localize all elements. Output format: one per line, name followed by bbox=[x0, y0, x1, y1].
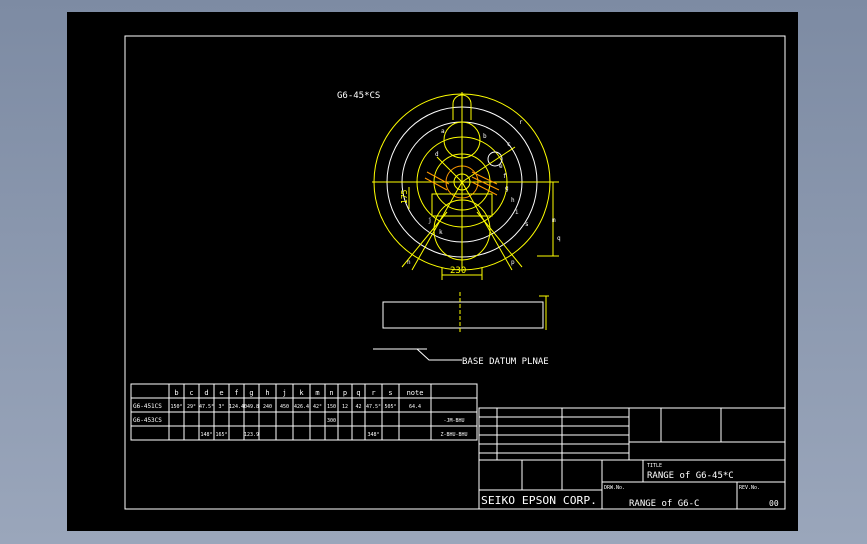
svg-text:m: m bbox=[552, 217, 556, 224]
angle-line-upper-left bbox=[436, 156, 463, 183]
spec-value-cell: 124.4 bbox=[229, 404, 244, 410]
spec-value-cell: 123.9 bbox=[244, 432, 259, 438]
datum-label: BASE DATUM PLNAE bbox=[462, 357, 549, 367]
spec-value-cell: 300 bbox=[327, 418, 336, 424]
side-profile bbox=[382, 301, 544, 329]
spec-value-cell: 12 bbox=[342, 404, 348, 410]
svg-text:r: r bbox=[519, 119, 523, 126]
angle-line-right-2 bbox=[476, 211, 523, 268]
spec-value-cell: 47.5° bbox=[366, 404, 381, 410]
company-name: SEIKO EPSON CORP. bbox=[481, 494, 597, 507]
spec-header-cell: h bbox=[265, 389, 269, 397]
spec-model-cell: G6-451CS bbox=[133, 403, 162, 410]
spec-value-cell: 348° bbox=[367, 432, 379, 438]
spec-value-cell: 3° bbox=[218, 404, 224, 410]
rev-caption: REV.No. bbox=[739, 485, 760, 491]
spec-header-cell: f bbox=[234, 389, 238, 397]
spec-value-cell: 42° bbox=[313, 404, 322, 410]
spec-table-cells: b c d e f g h j k m n p q r s noteG6-451CS 150° 29° 47.5° 3… bbox=[133, 389, 468, 438]
spec-header-cell: b bbox=[174, 389, 178, 397]
spec-value-cell: 150 bbox=[327, 404, 336, 410]
svg-text:i: i bbox=[515, 209, 519, 216]
svg-text:e: e bbox=[499, 163, 503, 170]
spec-header-cell: g bbox=[249, 389, 253, 397]
drw-number: RANGE of G6-C bbox=[629, 499, 699, 509]
datum-leader bbox=[416, 348, 462, 361]
svg-text:d: d bbox=[435, 151, 439, 158]
spec-value-cell: 29° bbox=[187, 404, 196, 410]
spec-header-cell: s bbox=[388, 389, 392, 397]
svg-text:h: h bbox=[511, 197, 515, 204]
rev-number: 00 bbox=[769, 499, 779, 508]
svg-text:j: j bbox=[428, 217, 432, 224]
spec-header-cell: note bbox=[407, 389, 424, 397]
svg-text:p: p bbox=[511, 259, 515, 266]
title-text: RANGE of G6-45*C bbox=[647, 471, 734, 481]
model-label: G6-45*CS bbox=[337, 91, 380, 101]
spec-header-cell: n bbox=[329, 389, 333, 397]
spec-header-cell: p bbox=[343, 389, 347, 397]
drw-caption: DRW.No. bbox=[604, 485, 625, 491]
spec-value-cell: 47.5° bbox=[199, 404, 214, 410]
spec-header-cell: d bbox=[204, 389, 208, 397]
dim-width-label: 230 bbox=[450, 266, 466, 276]
spec-value-cell: 148° bbox=[200, 432, 212, 438]
spec-value-cell: -JM-BHU bbox=[443, 418, 464, 424]
spec-header-cell: q bbox=[356, 389, 360, 397]
spec-header-cell: m bbox=[315, 389, 319, 397]
range-side-view[interactable] bbox=[373, 292, 549, 361]
spec-header-cell: c bbox=[189, 389, 193, 397]
spec-value-cell: 450 bbox=[280, 404, 289, 410]
spec-header-cell: j bbox=[282, 389, 286, 397]
spec-header-cell: e bbox=[219, 389, 223, 397]
spec-value-cell: 049.8 bbox=[244, 404, 259, 410]
title-caption: TITLE bbox=[647, 463, 662, 469]
svg-text:a: a bbox=[441, 128, 445, 135]
spec-value-cell: 426.4 bbox=[294, 404, 309, 410]
range-top-view[interactable] bbox=[372, 92, 559, 280]
svg-text:q: q bbox=[557, 235, 561, 242]
svg-text:f: f bbox=[503, 173, 507, 180]
svg-text:s: s bbox=[525, 221, 529, 228]
svg-text:b: b bbox=[483, 133, 487, 140]
drawing-viewport[interactable]: G6-45*CS 230 175 a b c d e f g h i j k m… bbox=[67, 12, 798, 531]
spec-value-cell: 64.4 bbox=[409, 404, 421, 410]
spec-value-cell: Z-BHU-BHU bbox=[440, 432, 467, 438]
svg-text:k: k bbox=[439, 229, 443, 236]
svg-text:c: c bbox=[507, 141, 511, 148]
spec-header-cell: k bbox=[299, 389, 304, 397]
view-letters: a b c d e f g h i j k m n p q r s bbox=[407, 119, 561, 266]
spec-value-cell: 150° bbox=[170, 404, 182, 410]
spec-value-cell: 42 bbox=[355, 404, 361, 410]
spec-value-cell: 505° bbox=[384, 404, 396, 410]
spec-header-cell: r bbox=[371, 389, 375, 397]
spec-value-cell: 240 bbox=[263, 404, 272, 410]
spec-table[interactable]: b c d e f g h j k m n p q r s noteG6-451CS 150° 29° 47.5° 3… bbox=[130, 383, 478, 441]
cad-drawing: G6-45*CS 230 175 a b c d e f g h i j k m… bbox=[124, 35, 786, 510]
spec-table-rowlines bbox=[131, 397, 477, 427]
spec-model-cell: G6-453CS bbox=[133, 417, 162, 424]
dim-height-label: 175 bbox=[400, 189, 409, 204]
spec-value-cell: 165° bbox=[215, 432, 227, 438]
svg-text:n: n bbox=[407, 259, 411, 266]
svg-text:g: g bbox=[505, 185, 509, 192]
